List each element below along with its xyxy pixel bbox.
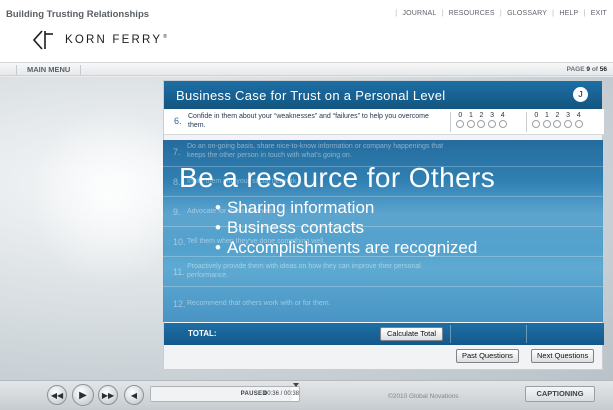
captioning-button[interactable]: CAPTIONING — [525, 386, 595, 402]
korn-ferry-logo: KORN FERRY® — [33, 30, 169, 50]
panel-title: Business Case for Trust on a Personal Le… — [176, 88, 446, 103]
radio-1[interactable] — [466, 120, 475, 128]
page-total: 56 — [599, 66, 607, 73]
journal-avatar-icon[interactable]: J — [573, 87, 588, 102]
overlay-bullet: • Sharing information — [215, 198, 375, 217]
journal-link[interactable]: JOURNAL — [402, 10, 436, 17]
logo-mark-icon — [33, 30, 53, 50]
header: Building Trusting Relationships | JOURNA… — [0, 0, 613, 62]
radio-3[interactable] — [564, 120, 573, 128]
overlay-headline: Be a resource for Others — [179, 162, 496, 193]
calculate-total-button[interactable]: Calculate Total — [380, 327, 444, 341]
resource-callout-overlay: 7. Do an on-going basis, share nice-to-k… — [163, 140, 603, 322]
exit-link[interactable]: EXIT — [591, 10, 607, 17]
rewind-icon[interactable]: ◀◀ — [47, 385, 67, 405]
total-label: TOTAL: — [188, 329, 217, 338]
timecode: 00:36 / 00:38 — [263, 391, 299, 397]
radio-2[interactable] — [553, 120, 562, 128]
faded-question-11: 11. Proactively provide them with ideas … — [163, 260, 603, 287]
main-menu-button[interactable]: MAIN MENU — [16, 65, 82, 75]
rating-other: 01234 — [526, 112, 588, 132]
overlay-bullet-list: • Sharing information • Business contacts … — [215, 198, 477, 258]
menu-bar: MAIN MENU PAGE 9 of 56 — [0, 62, 613, 76]
top-links: | JOURNAL | RESOURCES | GLOSSARY | HELP … — [395, 10, 607, 17]
radio-3[interactable] — [488, 120, 497, 128]
overlay-bullet: • Business contacts — [215, 218, 364, 237]
page-current: 9 — [586, 66, 590, 73]
player-controls-bar: ◀◀ ▶ ▶▶ ◀ PAUSED 00:36 / 00:38 ©2010 Glo… — [0, 380, 613, 410]
past-questions-button[interactable]: Past Questions — [456, 349, 519, 363]
total-row: TOTAL: Calculate Total — [164, 323, 604, 345]
faded-question-12: 12. Recommend that others work with or f… — [173, 299, 331, 309]
radio-0[interactable] — [456, 120, 465, 128]
play-icon[interactable]: ▶ — [72, 384, 94, 406]
page-indicator: PAGE 9 of 56 — [566, 66, 607, 73]
total-other — [526, 325, 596, 343]
progress-track[interactable]: PAUSED 00:36 / 00:38 — [150, 386, 300, 402]
radio-4[interactable] — [574, 120, 583, 128]
fast-forward-icon[interactable]: ▶▶ — [98, 385, 118, 405]
question-text: Confide in them about your “weaknesses” … — [188, 113, 429, 129]
question-row-6: 6. Confide in them about your “weaknesse… — [164, 109, 604, 135]
radio-0[interactable] — [532, 120, 541, 128]
radio-2[interactable] — [477, 120, 486, 128]
next-questions-button[interactable]: Next Questions — [531, 349, 595, 363]
course-title: Building Trusting Relationships — [6, 9, 150, 20]
help-link[interactable]: HELP — [559, 10, 578, 17]
logo-text: KORN FERRY® — [65, 34, 170, 46]
volume-icon[interactable]: ◀ — [124, 385, 144, 405]
rating-self: 01234 — [450, 112, 512, 132]
copyright-text: ©2010 Global Novations — [388, 393, 459, 400]
glossary-link[interactable]: GLOSSARY — [507, 10, 547, 17]
question-number: 6. — [174, 116, 182, 126]
resources-link[interactable]: RESOURCES — [449, 10, 495, 17]
playhead-icon[interactable] — [293, 383, 299, 387]
panel-title-bar: Business Case for Trust on a Personal Le… — [164, 81, 602, 109]
overlay-bullet: • Accomplishments are recognized — [215, 238, 478, 257]
radio-4[interactable] — [498, 120, 507, 128]
total-self — [450, 325, 520, 343]
radio-1[interactable] — [542, 120, 551, 128]
